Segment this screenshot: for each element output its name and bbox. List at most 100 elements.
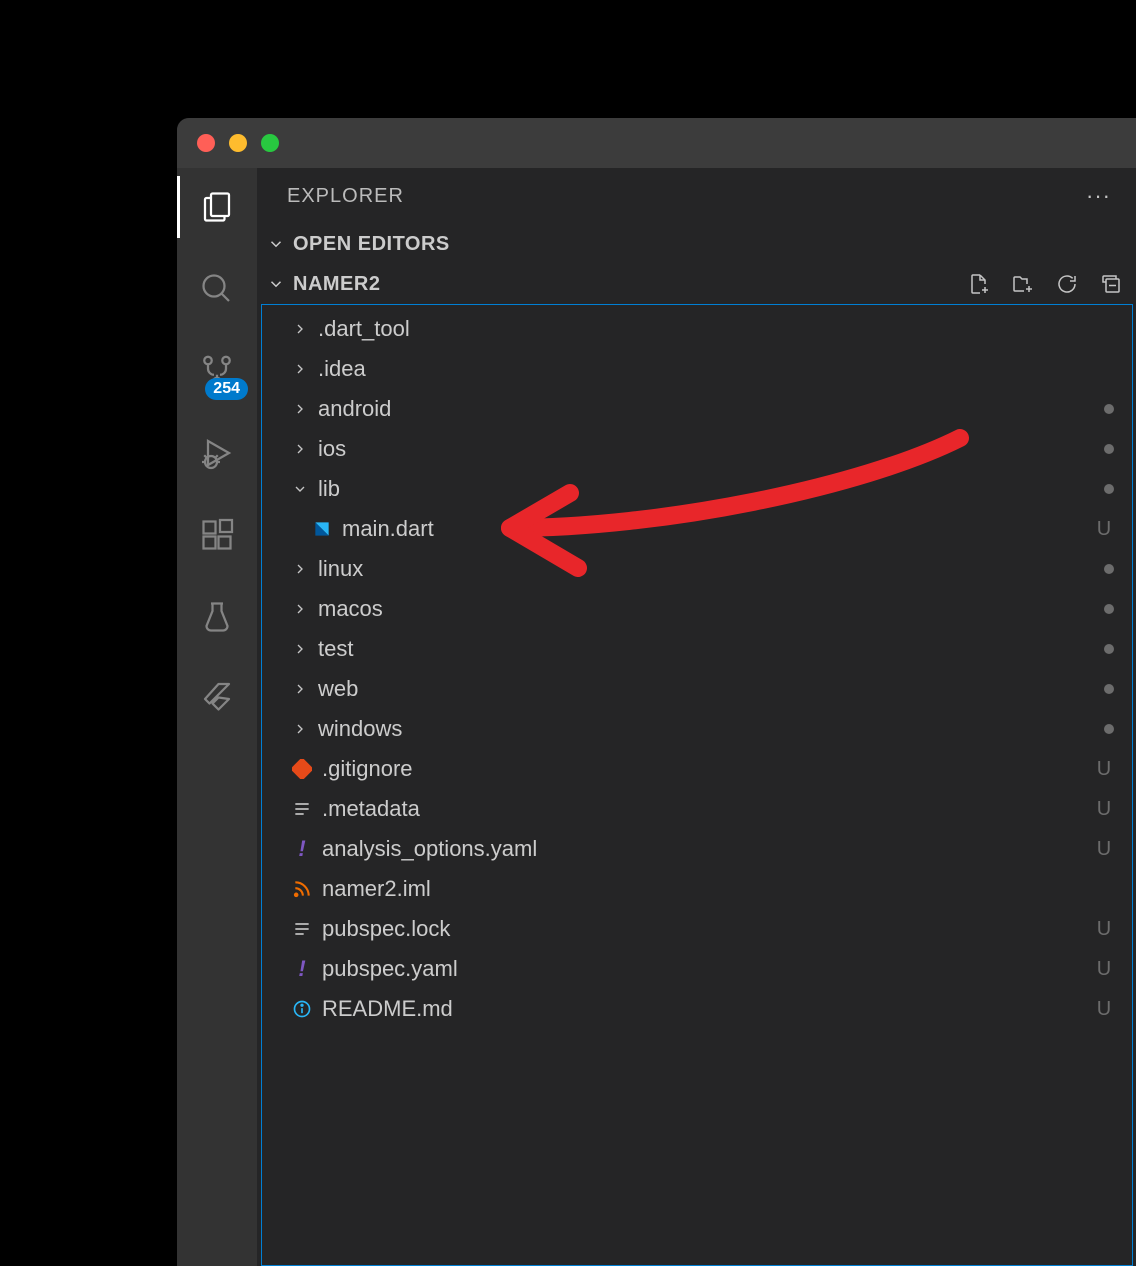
folder-actions xyxy=(967,272,1123,296)
chevron-down-icon xyxy=(290,481,310,497)
chevron-right-icon xyxy=(290,721,310,737)
refresh-icon[interactable] xyxy=(1055,272,1079,296)
git-status-badge: U xyxy=(1094,798,1114,821)
git-status-badge: U xyxy=(1094,958,1114,981)
open-editors-label: OPEN EDITORS xyxy=(293,233,450,256)
tree-item-label: lib xyxy=(318,476,1096,502)
tree-item--idea[interactable]: .idea xyxy=(262,349,1132,389)
tree-item-label: windows xyxy=(318,716,1096,742)
chevron-right-icon xyxy=(290,641,310,657)
chevron-right-icon xyxy=(290,561,310,577)
tree-item-label: README.md xyxy=(322,996,1086,1022)
tree-item-readme-md[interactable]: README.md U xyxy=(262,989,1132,1029)
vscode-window: 254 EXPLORER ··· xyxy=(177,118,1136,1266)
extensions-activity-icon[interactable] xyxy=(196,514,238,556)
git-status-badge: U xyxy=(1094,518,1114,541)
file-tree: .dart_tool .idea android ios lib main.dart Uli… xyxy=(261,304,1133,1266)
explorer-header: EXPLORER ··· xyxy=(257,168,1136,224)
tree-item-label: .dart_tool xyxy=(318,316,1114,342)
window-minimize-button[interactable] xyxy=(229,134,247,152)
tree-item-label: macos xyxy=(318,596,1096,622)
source-control-badge: 254 xyxy=(205,378,248,400)
lines-file-icon xyxy=(290,799,314,819)
collapse-all-icon[interactable] xyxy=(1099,272,1123,296)
new-file-icon[interactable] xyxy=(967,272,991,296)
open-editors-section[interactable]: OPEN EDITORS xyxy=(257,224,1136,264)
tree-item-label: analysis_options.yaml xyxy=(322,836,1086,862)
tree-item-namer2-iml[interactable]: namer2.iml xyxy=(262,869,1132,909)
new-folder-icon[interactable] xyxy=(1011,272,1035,296)
tree-item-label: test xyxy=(318,636,1096,662)
explorer-more-icon[interactable]: ··· xyxy=(1078,179,1119,213)
tree-item-pubspec-yaml[interactable]: ! pubspec.yaml U xyxy=(262,949,1132,989)
git-status-badge: U xyxy=(1094,758,1114,781)
window-close-button[interactable] xyxy=(197,134,215,152)
dart-file-icon xyxy=(310,519,334,539)
search-activity-icon[interactable] xyxy=(196,268,238,310)
lines-file-icon xyxy=(290,919,314,939)
tree-item-test[interactable]: test xyxy=(262,629,1132,669)
tree-item--gitignore[interactable]: .gitignore U xyxy=(262,749,1132,789)
tree-item-label: web xyxy=(318,676,1096,702)
git-status-badge: U xyxy=(1094,918,1114,941)
git-modified-dot xyxy=(1104,644,1114,654)
tree-item-label: linux xyxy=(318,556,1096,582)
main-area: 254 EXPLORER ··· xyxy=(177,168,1136,1266)
tree-item-label: .metadata xyxy=(322,796,1086,822)
tree-item-label: pubspec.lock xyxy=(322,916,1086,942)
git-status-badge: U xyxy=(1094,838,1114,861)
tree-item-ios[interactable]: ios xyxy=(262,429,1132,469)
run-debug-activity-icon[interactable] xyxy=(196,432,238,474)
git-file-icon xyxy=(290,759,314,779)
yaml-file-icon: ! xyxy=(290,836,314,862)
git-modified-dot xyxy=(1104,604,1114,614)
chevron-right-icon xyxy=(290,401,310,417)
chevron-right-icon xyxy=(290,361,310,377)
folder-label: NAMER2 xyxy=(293,273,380,296)
tree-item-windows[interactable]: windows xyxy=(262,709,1132,749)
tree-item-macos[interactable]: macos xyxy=(262,589,1132,629)
window-maximize-button[interactable] xyxy=(261,134,279,152)
git-modified-dot xyxy=(1104,444,1114,454)
tree-item-lib[interactable]: lib xyxy=(262,469,1132,509)
explorer-activity-icon[interactable] xyxy=(196,186,238,228)
activity-bar: 254 xyxy=(177,168,257,1266)
tree-item--metadata[interactable]: .metadata U xyxy=(262,789,1132,829)
git-modified-dot xyxy=(1104,564,1114,574)
feed-file-icon xyxy=(290,879,314,899)
tree-item-pubspec-lock[interactable]: pubspec.lock U xyxy=(262,909,1132,949)
tree-item-label: android xyxy=(318,396,1096,422)
tree-item-label: ios xyxy=(318,436,1096,462)
git-modified-dot xyxy=(1104,684,1114,694)
flutter-activity-icon[interactable] xyxy=(196,678,238,720)
chevron-right-icon xyxy=(290,321,310,337)
git-status-badge: U xyxy=(1094,998,1114,1021)
tree-item-label: main.dart xyxy=(342,516,1086,542)
tree-item-label: .idea xyxy=(318,356,1114,382)
tree-item-linux[interactable]: linux xyxy=(262,549,1132,589)
tree-item-label: pubspec.yaml xyxy=(322,956,1086,982)
tree-item-label: namer2.iml xyxy=(322,876,1114,902)
yaml-file-icon: ! xyxy=(290,956,314,982)
titlebar xyxy=(177,118,1136,168)
explorer-title: EXPLORER xyxy=(287,185,404,208)
explorer-sidebar: EXPLORER ··· OPEN EDITORS NAMER2 xyxy=(257,168,1136,1266)
tree-item-analysis-options-yaml[interactable]: ! analysis_options.yaml U xyxy=(262,829,1132,869)
chevron-right-icon xyxy=(290,601,310,617)
tree-item-web[interactable]: web xyxy=(262,669,1132,709)
chevron-right-icon xyxy=(290,681,310,697)
testing-activity-icon[interactable] xyxy=(196,596,238,638)
chevron-down-icon xyxy=(265,275,287,293)
tree-item--dart-tool[interactable]: .dart_tool xyxy=(262,309,1132,349)
tree-item-android[interactable]: android xyxy=(262,389,1132,429)
git-modified-dot xyxy=(1104,484,1114,494)
chevron-right-icon xyxy=(290,441,310,457)
source-control-activity-icon[interactable]: 254 xyxy=(196,350,238,392)
git-modified-dot xyxy=(1104,404,1114,414)
folder-section[interactable]: NAMER2 xyxy=(257,264,1136,304)
tree-item-main-dart[interactable]: main.dart U xyxy=(262,509,1132,549)
info-file-icon xyxy=(290,999,314,1019)
git-modified-dot xyxy=(1104,724,1114,734)
chevron-down-icon xyxy=(265,235,287,253)
tree-item-label: .gitignore xyxy=(322,756,1086,782)
